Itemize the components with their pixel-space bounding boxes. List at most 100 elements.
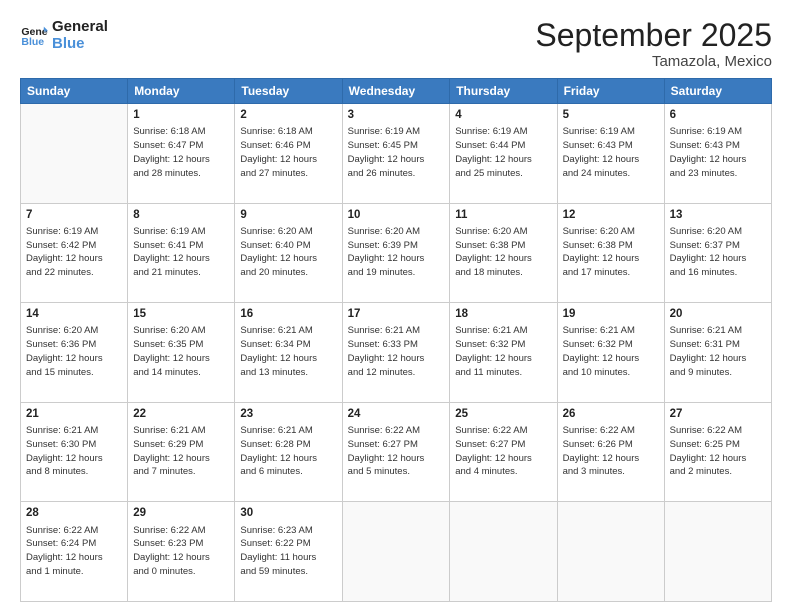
header: General Blue General Blue September 2025… [20,18,772,70]
day-number: 24 [348,406,445,422]
calendar-cell: 17 Sunrise: 6:21 AM Sunset: 6:33 PM Dayli… [342,303,450,403]
day-info: Sunrise: 6:20 AM Sunset: 6:36 PM Dayligh… [26,324,122,379]
day-info: Sunrise: 6:22 AM Sunset: 6:27 PM Dayligh… [455,424,551,479]
day-info: Sunrise: 6:22 AM Sunset: 6:23 PM Dayligh… [133,524,229,579]
day-info: Sunrise: 6:20 AM Sunset: 6:40 PM Dayligh… [240,225,336,280]
day-header-sunday: Sunday [21,79,128,104]
day-number: 16 [240,306,336,322]
calendar-cell [664,502,771,602]
day-info: Sunrise: 6:20 AM Sunset: 6:38 PM Dayligh… [455,225,551,280]
day-info: Sunrise: 6:20 AM Sunset: 6:38 PM Dayligh… [563,225,659,280]
calendar-cell: 30 Sunrise: 6:23 AM Sunset: 6:22 PM Dayli… [235,502,342,602]
calendar-cell [557,502,664,602]
day-info: Sunrise: 6:22 AM Sunset: 6:26 PM Dayligh… [563,424,659,479]
calendar-cell [342,502,450,602]
calendar-cell: 21 Sunrise: 6:21 AM Sunset: 6:30 PM Dayli… [21,402,128,502]
calendar-cell: 10 Sunrise: 6:20 AM Sunset: 6:39 PM Dayli… [342,203,450,303]
day-number: 1 [133,107,229,123]
calendar-cell [450,502,557,602]
day-info: Sunrise: 6:21 AM Sunset: 6:34 PM Dayligh… [240,324,336,379]
day-info: Sunrise: 6:19 AM Sunset: 6:45 PM Dayligh… [348,125,445,180]
day-number: 17 [348,306,445,322]
calendar-cell: 11 Sunrise: 6:20 AM Sunset: 6:38 PM Dayli… [450,203,557,303]
day-number: 25 [455,406,551,422]
day-number: 30 [240,505,336,521]
day-info: Sunrise: 6:22 AM Sunset: 6:24 PM Dayligh… [26,524,122,579]
day-info: Sunrise: 6:22 AM Sunset: 6:25 PM Dayligh… [670,424,766,479]
day-info: Sunrise: 6:20 AM Sunset: 6:35 PM Dayligh… [133,324,229,379]
calendar-cell: 13Sunrise: 6:20 AM Sunset: 6:37 PM Dayli… [664,203,771,303]
day-number: 14 [26,306,122,322]
day-header-wednesday: Wednesday [342,79,450,104]
calendar-cell: 3 Sunrise: 6:19 AM Sunset: 6:45 PM Daylig… [342,104,450,204]
day-number: 7 [26,207,122,223]
calendar-cell: 28 Sunrise: 6:22 AM Sunset: 6:24 PM Dayli… [21,502,128,602]
day-number: 12 [563,207,659,223]
day-info: Sunrise: 6:21 AM Sunset: 6:30 PM Dayligh… [26,424,122,479]
day-info: Sunrise: 6:21 AM Sunset: 6:33 PM Dayligh… [348,324,445,379]
calendar-cell: 16 Sunrise: 6:21 AM Sunset: 6:34 PM Dayli… [235,303,342,403]
logo-icon: General Blue [20,21,48,49]
calendar-cell: 2 Sunrise: 6:18 AM Sunset: 6:46 PM Daylig… [235,104,342,204]
calendar-cell: 29 Sunrise: 6:22 AM Sunset: 6:23 PM Dayli… [128,502,235,602]
day-info: Sunrise: 6:23 AM Sunset: 6:22 PM Dayligh… [240,524,336,579]
day-number: 28 [26,505,122,521]
day-info: Sunrise: 6:19 AM Sunset: 6:44 PM Dayligh… [455,125,551,180]
calendar-cell: 12 Sunrise: 6:20 AM Sunset: 6:38 PM Dayli… [557,203,664,303]
day-number: 23 [240,406,336,422]
calendar-cell: 25 Sunrise: 6:22 AM Sunset: 6:27 PM Dayli… [450,402,557,502]
calendar-cell: 24Sunrise: 6:22 AM Sunset: 6:27 PM Dayli… [342,402,450,502]
day-number: 18 [455,306,551,322]
day-number: 3 [348,107,445,123]
calendar-cell [21,104,128,204]
calendar-cell: 1 Sunrise: 6:18 AM Sunset: 6:47 PM Daylig… [128,104,235,204]
day-info: Sunrise: 6:19 AM Sunset: 6:43 PM Dayligh… [563,125,659,180]
calendar-cell: 15 Sunrise: 6:20 AM Sunset: 6:35 PM Dayli… [128,303,235,403]
month-title: September 2025 [535,18,772,53]
page: General Blue General Blue September 2025… [0,0,792,612]
day-header-tuesday: Tuesday [235,79,342,104]
day-info: Sunrise: 6:20 AM Sunset: 6:37 PM Dayligh… [670,225,766,280]
calendar-cell: 19 Sunrise: 6:21 AM Sunset: 6:32 PM Dayli… [557,303,664,403]
day-header-friday: Friday [557,79,664,104]
calendar-cell: 27 Sunrise: 6:22 AM Sunset: 6:25 PM Dayli… [664,402,771,502]
calendar-cell: 6 Sunrise: 6:19 AM Sunset: 6:43 PM Daylig… [664,104,771,204]
day-number: 6 [670,107,766,123]
day-info: Sunrise: 6:18 AM Sunset: 6:47 PM Dayligh… [133,125,229,180]
day-info: Sunrise: 6:20 AM Sunset: 6:39 PM Dayligh… [348,225,445,280]
calendar-cell: 26 Sunrise: 6:22 AM Sunset: 6:26 PM Dayli… [557,402,664,502]
title-block: September 2025 Tamazola, Mexico [535,18,772,70]
calendar-cell: 14 Sunrise: 6:20 AM Sunset: 6:36 PM Dayli… [21,303,128,403]
day-header-monday: Monday [128,79,235,104]
day-number: 19 [563,306,659,322]
day-info: Sunrise: 6:18 AM Sunset: 6:46 PM Dayligh… [240,125,336,180]
day-number: 4 [455,107,551,123]
day-number: 21 [26,406,122,422]
day-header-saturday: Saturday [664,79,771,104]
svg-text:Blue: Blue [21,36,44,48]
calendar-cell: 5Sunrise: 6:19 AM Sunset: 6:43 PM Daylig… [557,104,664,204]
logo: General Blue General Blue [20,18,108,53]
day-info: Sunrise: 6:21 AM Sunset: 6:28 PM Dayligh… [240,424,336,479]
day-number: 10 [348,207,445,223]
day-info: Sunrise: 6:21 AM Sunset: 6:32 PM Dayligh… [563,324,659,379]
day-info: Sunrise: 6:21 AM Sunset: 6:32 PM Dayligh… [455,324,551,379]
day-number: 15 [133,306,229,322]
day-number: 29 [133,505,229,521]
day-number: 11 [455,207,551,223]
day-info: Sunrise: 6:19 AM Sunset: 6:42 PM Dayligh… [26,225,122,280]
day-info: Sunrise: 6:19 AM Sunset: 6:43 PM Dayligh… [670,125,766,180]
logo-line1: General [52,18,108,35]
calendar-header-row: SundayMondayTuesdayWednesdayThursdayFrid… [21,79,772,104]
calendar-cell: 22 Sunrise: 6:21 AM Sunset: 6:29 PM Dayli… [128,402,235,502]
calendar-cell: 9Sunrise: 6:20 AM Sunset: 6:40 PM Daylig… [235,203,342,303]
calendar-cell: 8Sunrise: 6:19 AM Sunset: 6:41 PM Daylig… [128,203,235,303]
day-number: 27 [670,406,766,422]
day-number: 26 [563,406,659,422]
day-info: Sunrise: 6:21 AM Sunset: 6:29 PM Dayligh… [133,424,229,479]
location-subtitle: Tamazola, Mexico [535,53,772,70]
day-number: 22 [133,406,229,422]
calendar-cell: 7 Sunrise: 6:19 AM Sunset: 6:42 PM Daylig… [21,203,128,303]
day-number: 2 [240,107,336,123]
calendar-cell: 20Sunrise: 6:21 AM Sunset: 6:31 PM Dayli… [664,303,771,403]
